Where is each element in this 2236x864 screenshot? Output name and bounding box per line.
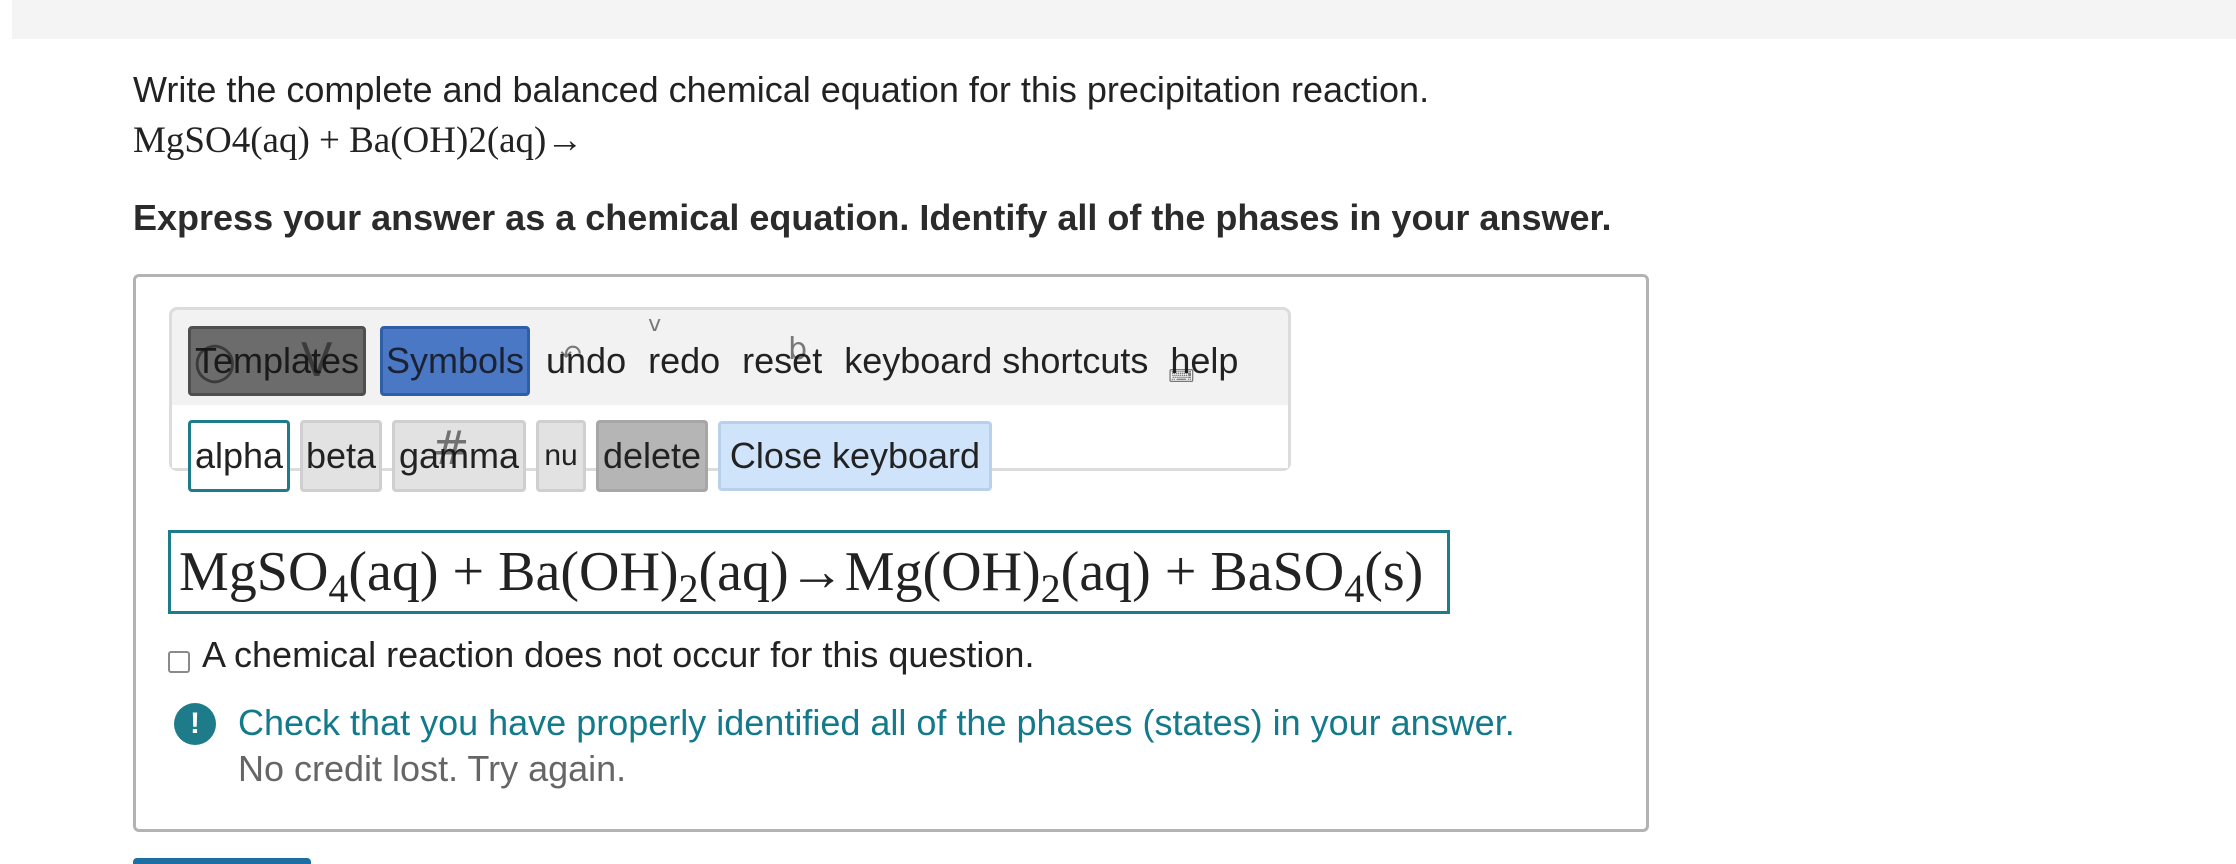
no-reaction-option[interactable]: A chemical reaction does not occur for t…: [168, 633, 1034, 677]
answer-arrow: →: [788, 541, 845, 603]
key-beta[interactable]: beta: [300, 420, 382, 492]
help-label: help: [1170, 340, 1239, 381]
key-nu-label: nu: [544, 439, 578, 472]
undo-label: undo: [546, 340, 627, 381]
answer-instruction: Express your answer as a chemical equati…: [133, 197, 1612, 238]
answer-operator: +: [1150, 541, 1211, 603]
top-band: [12, 0, 2236, 39]
no-reaction-label: A chemical reaction does not occur for t…: [202, 634, 1035, 675]
submit-button[interactable]: [133, 858, 311, 864]
key-alpha-label: alpha: [194, 435, 284, 476]
answer-operator: +: [438, 541, 499, 603]
keyboard-keys: alpha beta gamma # nu delete Close keybo…: [188, 420, 1006, 492]
exclamation-icon: !: [174, 703, 216, 745]
undo-button[interactable]: undo ↶: [544, 326, 628, 396]
templates-button[interactable]: Templates ○ V: [188, 326, 366, 396]
no-reaction-checkbox[interactable]: [168, 651, 190, 673]
key-gamma[interactable]: gamma #: [392, 420, 526, 492]
key-beta-label: beta: [305, 435, 377, 476]
keyboard-shortcuts-label: keyboard shortcuts: [844, 340, 1149, 381]
answer-subscript: 4: [328, 566, 349, 611]
key-delete-label: delete: [602, 435, 702, 476]
answer-subscript: 4: [1344, 566, 1365, 611]
redo-icon: v: [648, 312, 662, 337]
feedback-subtext: No credit lost. Try again.: [238, 748, 627, 789]
reset-button[interactable]: reset b: [740, 326, 824, 396]
keyboard-shortcuts-button[interactable]: keyboard shortcuts: [842, 326, 1150, 396]
virtual-keyboard: Templates ○ V Symbols undo ↶ redo v rese…: [169, 307, 1291, 492]
help-button[interactable]: help ⌨: [1168, 326, 1240, 396]
feedback-text: Check that you have properly identified …: [238, 702, 1515, 743]
reset-label: reset: [742, 340, 823, 381]
answer-subscript: 2: [678, 566, 699, 611]
answer-subscript: 2: [1040, 566, 1061, 611]
answer-panel: Templates ○ V Symbols undo ↶ redo v rese…: [133, 274, 1649, 832]
answer-term: Mg(OH): [844, 541, 1041, 603]
redo-button[interactable]: redo v: [646, 312, 722, 396]
answer-term: (aq): [1060, 541, 1151, 603]
answer-term: (s): [1364, 541, 1424, 603]
answer-term: Ba(OH): [498, 541, 679, 603]
answer-input[interactable]: MgSO4(aq) + Ba(OH)2(aq)→Mg(OH)2(aq) + Ba…: [168, 530, 1450, 614]
templates-label: Templates: [194, 340, 360, 381]
symbols-label: Symbols: [385, 340, 525, 381]
close-keyboard-button[interactable]: Close keyboard: [718, 421, 992, 491]
key-alpha[interactable]: alpha: [188, 420, 290, 492]
key-nu[interactable]: nu: [536, 420, 586, 492]
symbols-button[interactable]: Symbols: [380, 326, 530, 396]
key-gamma-label: gamma: [398, 435, 520, 476]
answer-term: BaSO: [1210, 541, 1345, 603]
answer-term: (aq): [348, 541, 439, 603]
question-prompt: Write the complete and balanced chemical…: [133, 69, 1430, 110]
keyboard-toolbar: Templates ○ V Symbols undo ↶ redo v rese…: [188, 312, 1258, 396]
reactants-equation: MgSO4(aq) + Ba(OH)2(aq)→: [133, 120, 584, 161]
answer-term: MgSO: [179, 541, 329, 603]
close-keyboard-label: Close keyboard: [729, 435, 981, 476]
redo-label: redo: [648, 340, 721, 381]
answer-term: (aq): [698, 541, 789, 603]
key-delete[interactable]: delete: [596, 420, 708, 492]
